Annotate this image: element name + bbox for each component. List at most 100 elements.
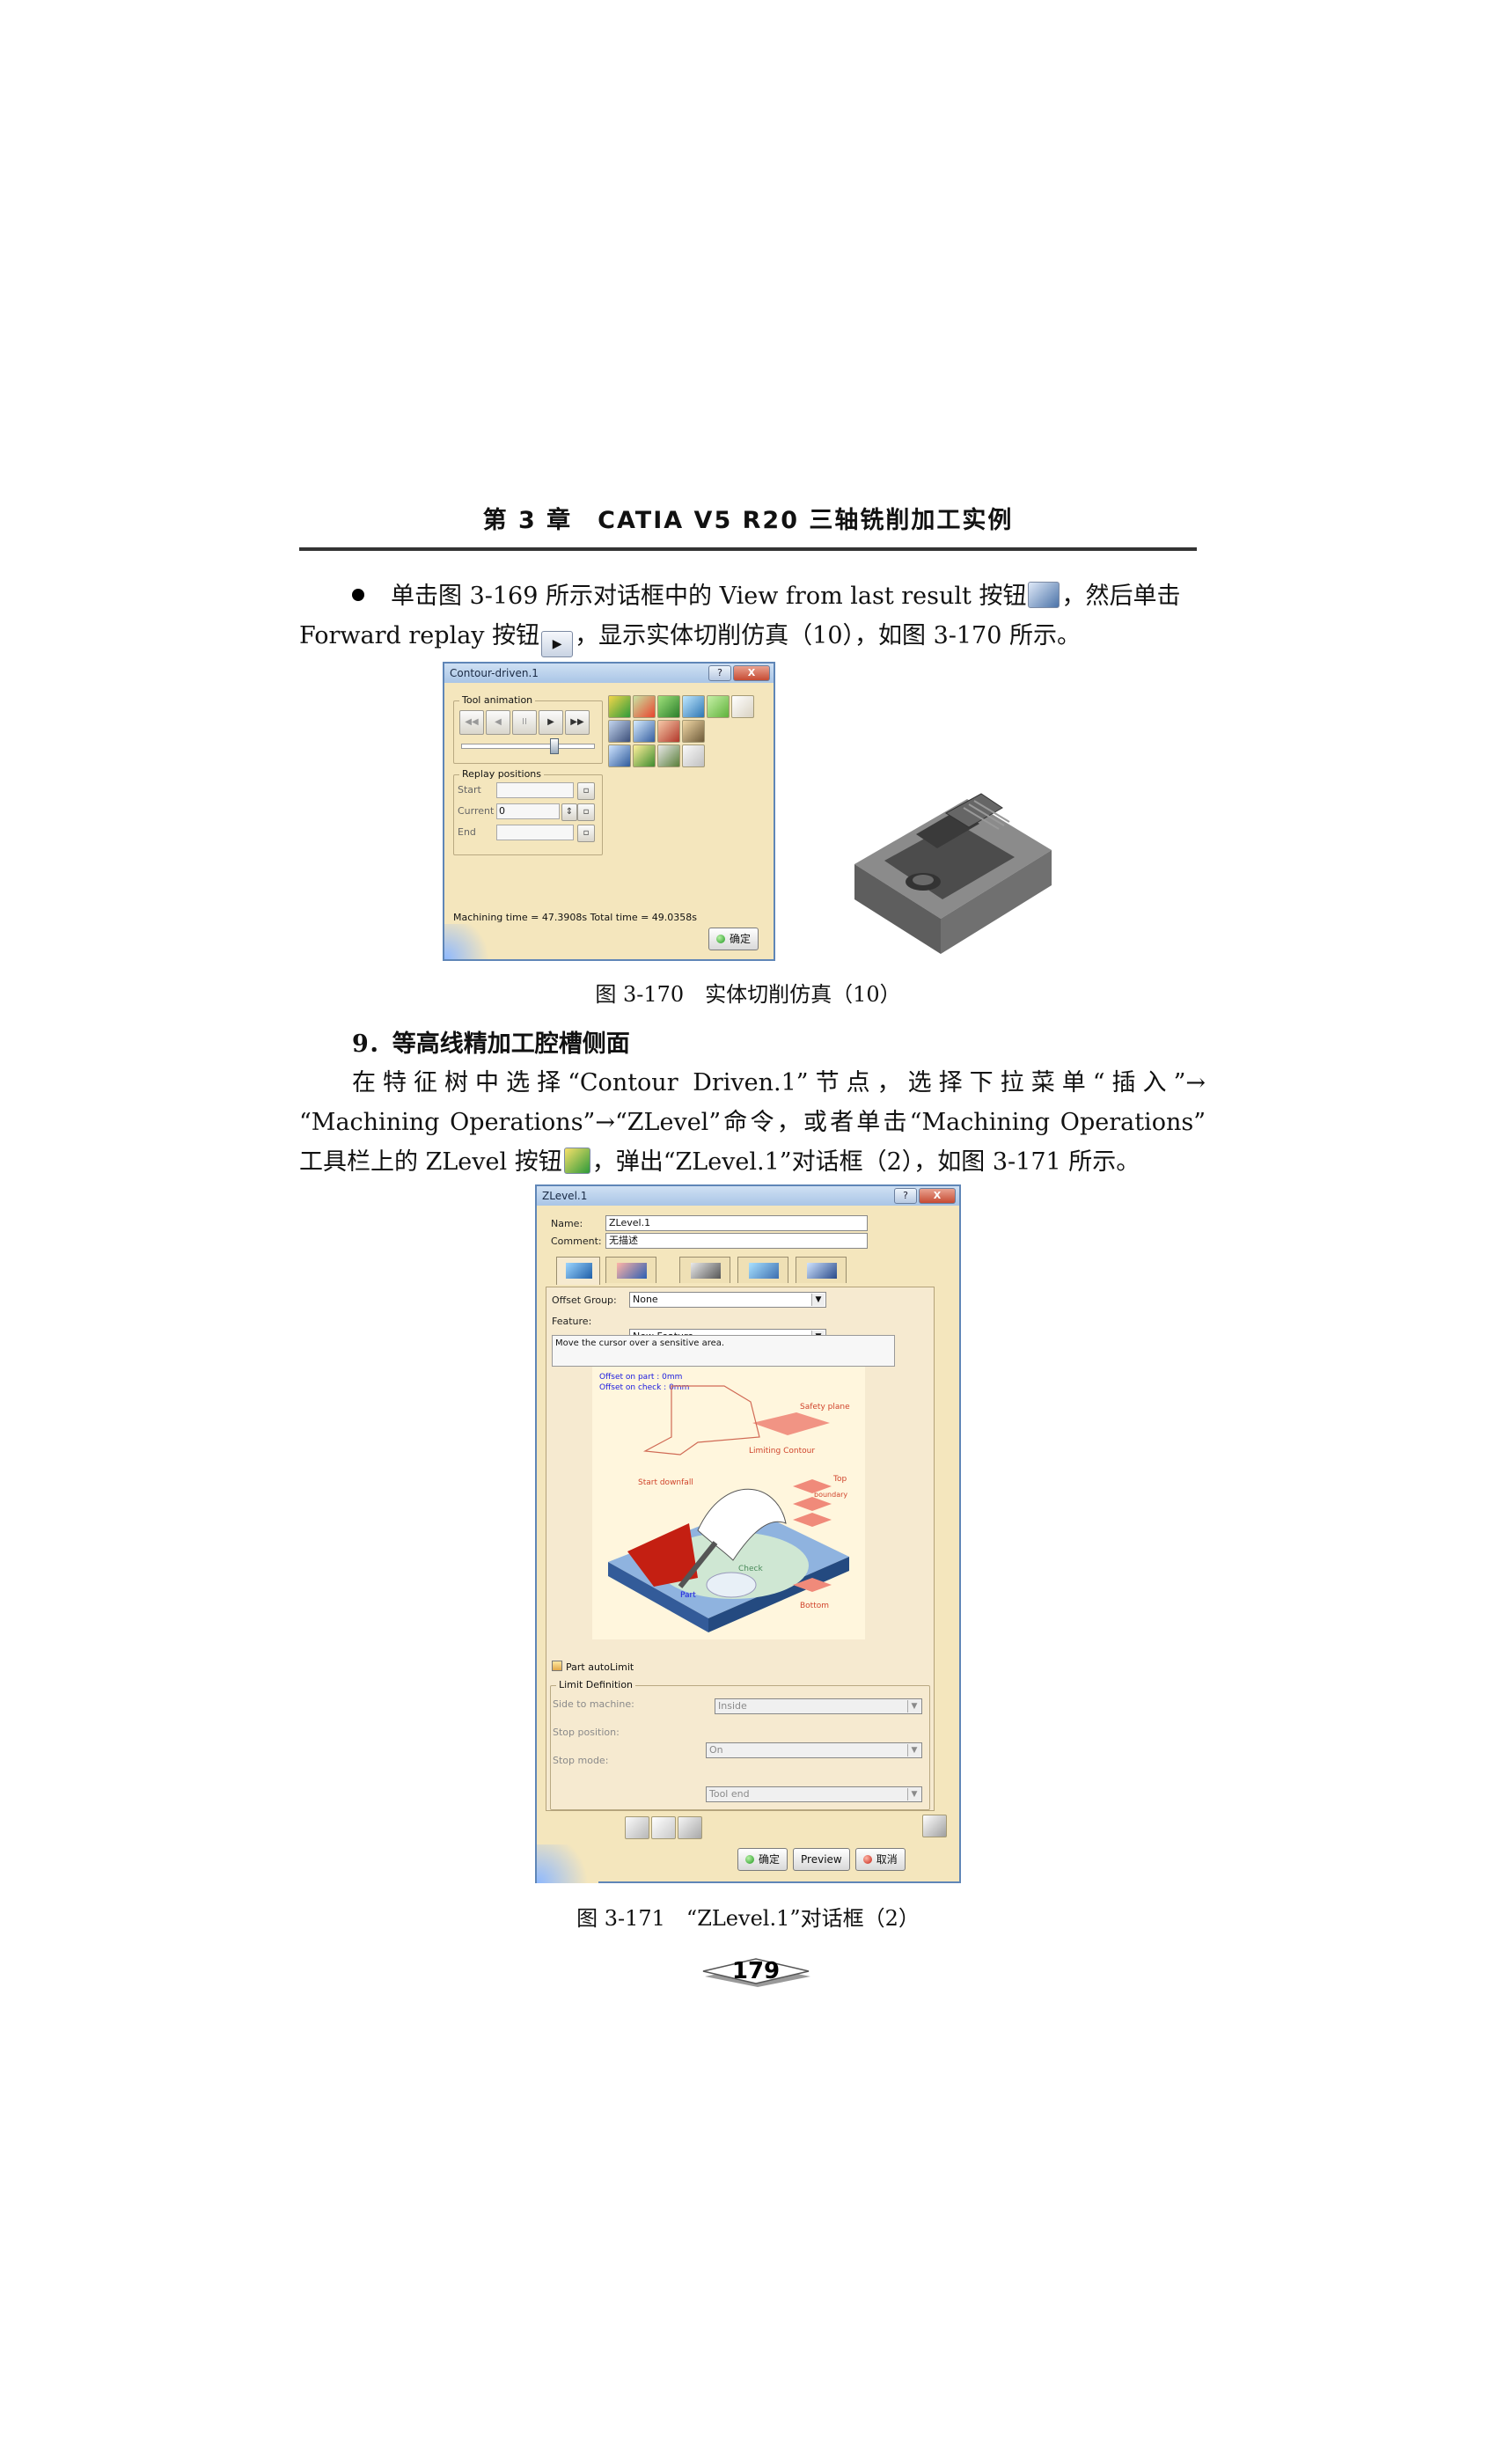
cancel-button[interactable]: 取消: [854, 1848, 906, 1871]
name-field[interactable]: ZLevel.1: [605, 1215, 868, 1231]
help-button[interactable]: ?: [894, 1188, 917, 1204]
end-label: End: [458, 826, 476, 838]
dialog-title: ZLevel.1: [542, 1190, 588, 1202]
page-header: 第 3 章 CATIA V5 R20 三轴铣削加工实例: [299, 503, 1197, 551]
start-label: Start: [458, 784, 481, 796]
illustration-svg: Offset on part : 0mm Offset on check : 0…: [599, 1373, 850, 1632]
tool-path-replay-icon[interactable]: [625, 1816, 649, 1839]
slider-thumb[interactable]: [550, 738, 559, 754]
machining-time-text: Machining time = 47.3908s Total time = 4…: [453, 912, 698, 923]
tab-feeds[interactable]: [737, 1257, 788, 1283]
pocket-bottom: [706, 1572, 757, 1598]
feature-label: Feature:: [552, 1316, 592, 1327]
video-icon[interactable]: [633, 720, 656, 743]
close-button[interactable]: X: [919, 1188, 956, 1204]
help-button[interactable]: ?: [708, 665, 731, 681]
point-icon[interactable]: [657, 695, 680, 718]
strategy-tab-icon: [617, 1263, 647, 1279]
start-pick-icon[interactable]: ▫: [577, 782, 595, 800]
offset-group-select[interactable]: None ▼: [629, 1292, 826, 1308]
stop-position-value: On: [709, 1744, 723, 1756]
bullet-paragraph: 单击图 3-169 所示对话框中的 View from last result …: [352, 576, 1206, 616]
figure-caption-3-170: 图 3-170 实体切削仿真（10）: [595, 982, 901, 1007]
end-pick-icon[interactable]: ▫: [577, 825, 595, 842]
limiting-contour-outline[interactable]: [642, 1385, 760, 1456]
part-autolimit-row[interactable]: Part autoLimit: [552, 1661, 634, 1673]
offset-part-text: Offset on part : 0mm: [599, 1373, 682, 1382]
display-mode-icon[interactable]: [608, 695, 631, 718]
catia-logo: [537, 1844, 598, 1883]
report-icon[interactable]: [678, 1816, 702, 1839]
para2-line2: “Machining Operations”→“ZLevel”命令，或者单击“M…: [299, 1109, 1206, 1136]
filter-icon[interactable]: [707, 695, 730, 718]
stop-mode-select[interactable]: Tool end ▼: [706, 1786, 922, 1802]
tool-display-icon[interactable]: [682, 695, 705, 718]
limit-definition-label: Limit Definition: [556, 1678, 636, 1692]
side-to-machine-label: Side to machine:: [553, 1698, 634, 1710]
material-icon[interactable]: [633, 744, 656, 767]
stop-mode-label: Stop mode:: [553, 1755, 609, 1766]
analysis-icon[interactable]: [657, 720, 680, 743]
start-field[interactable]: [496, 782, 574, 798]
playback-controls: ◀◀ ◀ II ▶ ▶▶: [459, 710, 590, 735]
page-number-badge: 179: [702, 1958, 810, 1987]
tool-change-icon[interactable]: [657, 744, 680, 767]
side-to-machine-value: Inside: [718, 1700, 747, 1712]
tool-animation-group: Tool animation ◀◀ ◀ II ▶ ▶▶: [453, 693, 603, 764]
current-pick-icon[interactable]: ▫: [577, 803, 595, 821]
safety-plane-marker[interactable]: [752, 1412, 830, 1435]
macros-tab-icon: [807, 1263, 837, 1279]
forward-replay-button[interactable]: ▶: [539, 710, 563, 735]
close-button[interactable]: X: [733, 665, 770, 681]
fast-forward-button[interactable]: ▶▶: [565, 710, 590, 735]
photo-icon[interactable]: [682, 720, 705, 743]
simulation-icon[interactable]: [651, 1816, 676, 1839]
para1-line2-text: Forward replay 按钮: [299, 622, 540, 649]
feeds-tab-icon: [749, 1263, 779, 1279]
para1-line1-text-b: ，然后单击: [1061, 583, 1181, 610]
ok-button[interactable]: 确定: [708, 928, 759, 950]
rewind-button[interactable]: ◀◀: [459, 710, 484, 735]
strategy-tabs: [556, 1257, 949, 1287]
tab-strategy[interactable]: [605, 1257, 656, 1283]
stop-position-select[interactable]: On ▼: [706, 1742, 922, 1758]
preview-button[interactable]: Preview: [793, 1848, 850, 1871]
chevron-down-icon: ▼: [907, 1744, 920, 1756]
para1-line1-text: 单击图 3-169 所示对话框中的 View from last result …: [391, 583, 1027, 610]
comment-field[interactable]: 无描述: [605, 1233, 868, 1249]
ok-label: 确定: [730, 933, 752, 945]
tab-geometry[interactable]: [556, 1257, 600, 1285]
replay-slider[interactable]: [461, 738, 595, 754]
side-to-machine-select[interactable]: Inside ▼: [715, 1698, 922, 1714]
analyze-icon[interactable]: [922, 1815, 947, 1837]
ok-button[interactable]: 确定: [737, 1848, 788, 1871]
contour-driven-dialog: Contour-driven.1 ? X Tool animation ◀◀ ◀…: [443, 662, 775, 961]
end-field[interactable]: [496, 825, 574, 840]
pause-button[interactable]: II: [512, 710, 537, 735]
current-field[interactable]: 0: [496, 803, 560, 819]
cancel-icon: [862, 1855, 872, 1864]
view-from-last-result-button[interactable]: [608, 720, 631, 743]
part-autolimit-checkbox[interactable]: [552, 1661, 562, 1671]
zlevel-dialog: ZLevel.1 ? X Name: ZLevel.1 Comment: 无描述…: [535, 1184, 961, 1883]
tab-content-panel: Offset Group: None▼ Feature: New Feature…: [546, 1287, 935, 1811]
para2-line1: 在特征树中选择“Contour Driven.1”节点，选择下拉菜单“插入”→: [352, 1069, 1206, 1096]
options-icon[interactable]: [682, 744, 705, 767]
page-number: 179: [732, 1958, 780, 1984]
start-downfall-text: Start downfall: [638, 1478, 693, 1487]
current-spinner[interactable]: ⇕: [561, 803, 577, 821]
catia-logo: [444, 924, 497, 959]
cancel-label: 取消: [876, 1853, 898, 1866]
middle-marker[interactable]: [793, 1513, 832, 1527]
tool-path-icon[interactable]: [633, 695, 656, 718]
tab-tool[interactable]: [679, 1257, 730, 1283]
current-label: Current: [458, 805, 495, 817]
tab-macros[interactable]: [796, 1257, 847, 1283]
camera-icon[interactable]: [608, 744, 631, 767]
chevron-down-icon: ▼: [907, 1700, 920, 1712]
comment-label: Comment:: [551, 1236, 602, 1247]
dialog-title: Contour-driven.1: [450, 667, 539, 679]
step-back-button[interactable]: ◀: [486, 710, 510, 735]
boundary-marker[interactable]: [793, 1497, 832, 1511]
edit-icon[interactable]: [731, 695, 754, 718]
